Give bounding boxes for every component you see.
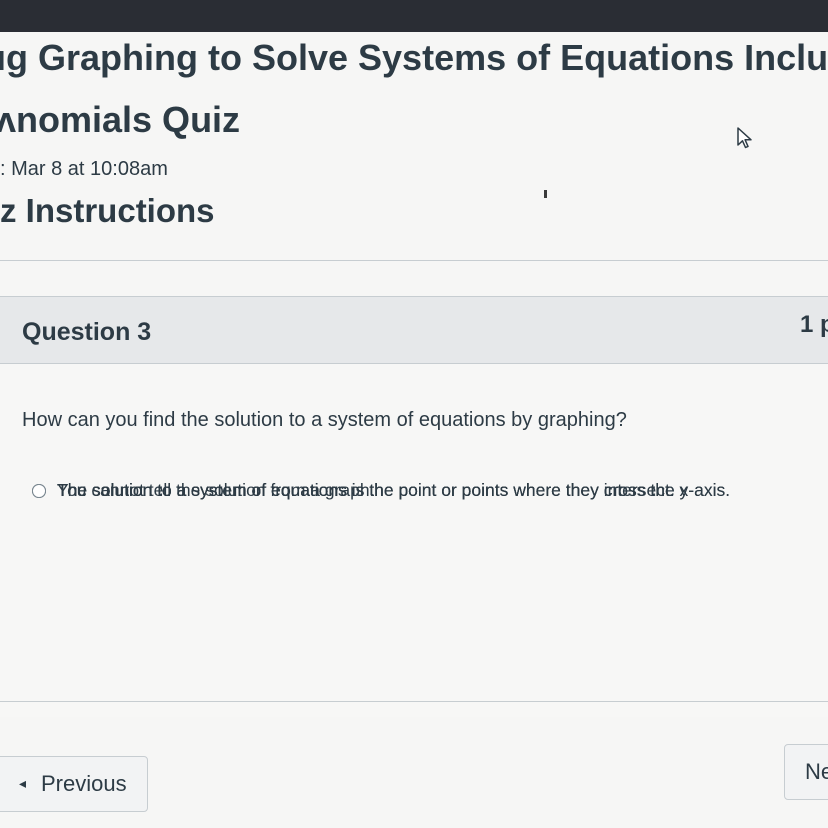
screen-speck — [544, 190, 547, 198]
question-header: Question 3 1 p — [0, 297, 828, 364]
next-button-label: Ne — [805, 759, 828, 784]
next-button[interactable]: Ne — [784, 744, 828, 800]
question-points: 1 p — [800, 311, 828, 338]
question-card-bottom-border — [0, 701, 828, 702]
question-card: Question 3 1 p How can you find the solu… — [0, 296, 828, 717]
question-prompt: How can you find the solution to a syste… — [22, 409, 627, 431]
previous-button[interactable]: ◂ Previous — [0, 756, 148, 812]
quiz-instructions-heading: z Instructions — [0, 192, 215, 229]
quiz-title-line-1: ıg Graphing to Solve Systems of Equation… — [0, 37, 828, 78]
quiz-title-line-2: ʌnomials Quiz — [0, 99, 241, 140]
question-title: Question 3 — [22, 318, 152, 346]
quiz-title: ıg Graphing to Solve Systems of Equation… — [0, 34, 828, 144]
chevron-left-icon: ◂ — [19, 775, 27, 791]
previous-button-label: Previous — [41, 771, 127, 796]
radio-button-icon[interactable] — [32, 484, 46, 498]
due-date: : Mar 8 at 10:08am — [0, 158, 168, 180]
answer-option-4-label: The solution to a system of equations is… — [57, 480, 731, 500]
section-divider — [0, 260, 828, 261]
top-bar — [0, 0, 828, 32]
quiz-page: ıg Graphing to Solve Systems of Equation… — [0, 0, 828, 828]
mouse-cursor-icon — [736, 126, 754, 155]
